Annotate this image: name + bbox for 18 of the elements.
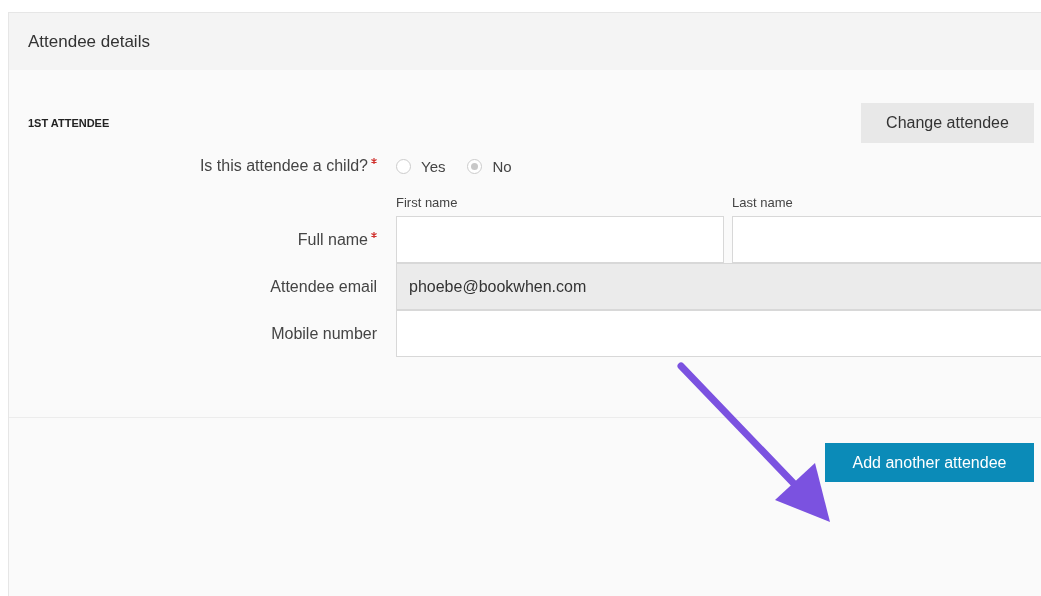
field-label: Full name [296, 231, 368, 249]
radio-label: No [492, 157, 512, 175]
field-caption: Last name [732, 195, 794, 210]
radio-button[interactable] [396, 158, 411, 174]
field-label: Attendee email [269, 277, 377, 296]
change-attendee-button[interactable]: Change attendee [861, 103, 1034, 143]
radio-button[interactable] [467, 158, 483, 174]
radio-label: Yes [421, 157, 446, 175]
section-heading: 1ST ATTENDEE [28, 117, 110, 129]
input-field[interactable] [732, 216, 1041, 263]
input-field[interactable] [396, 310, 1041, 357]
input-field[interactable] [396, 216, 724, 263]
panel-title: Attendee details [28, 31, 150, 52]
arrow-icon [677, 362, 830, 522]
field-caption: First name [396, 195, 459, 210]
field-label: Mobile number [270, 324, 377, 343]
add-attendee-button[interactable]: Add another attendee [825, 443, 1034, 482]
field-label: Is this attendee a child? [198, 157, 368, 175]
